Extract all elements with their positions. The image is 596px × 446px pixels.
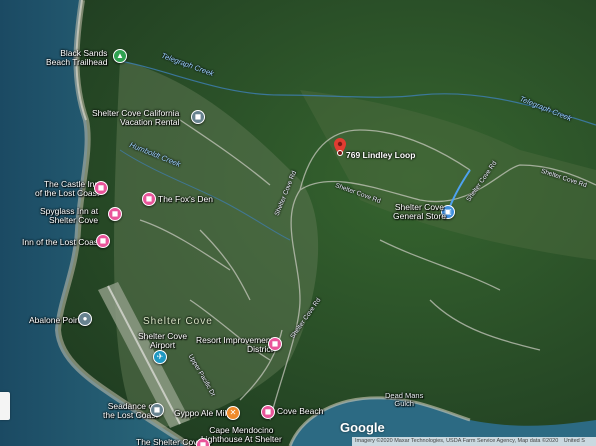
google-logo: Google	[340, 420, 385, 435]
hotel-icon[interactable]: ◼	[261, 405, 275, 419]
hotel-icon[interactable]: ◼	[108, 207, 122, 221]
area-label: Shelter Cove	[143, 316, 213, 327]
place-label-lighthouse[interactable]: Cape Mendocino Lighthouse At Shelter	[201, 425, 282, 445]
place-label-gyppo[interactable]: Gyppo Ale Mill	[174, 408, 228, 418]
satellite-map[interactable]: Telegraph Creek Telegraph Creek Humboldt…	[0, 0, 596, 446]
place-label-airport[interactable]: Shelter Cove Airport	[138, 331, 187, 351]
selected-location-dot	[337, 150, 343, 156]
place-label-spyglass[interactable]: Spyglass Inn at Shelter Cove	[40, 206, 98, 226]
place-label-black-sands[interactable]: Black Sands Beach Trailhead	[46, 48, 107, 68]
hotel-icon[interactable]: ◼	[150, 403, 164, 417]
hotel-icon[interactable]: ◼	[196, 438, 210, 446]
selected-address-label[interactable]: 769 Lindley Loop	[346, 150, 415, 160]
gulch-label: Dead Mans Gulch	[385, 391, 424, 409]
attribution-bar: Imagery ©2020 Maxar Technologies, USDA F…	[352, 437, 596, 446]
hotel-icon[interactable]: ◼	[191, 110, 205, 124]
place-label-shelter-bottom[interactable]: The Shelter Cove	[136, 437, 202, 446]
hiking-icon[interactable]: ▲	[113, 49, 127, 63]
place-label-abalone-point[interactable]: Abalone Point	[29, 315, 82, 325]
viewpoint-icon[interactable]: ●	[78, 312, 92, 326]
building-icon[interactable]: ◼	[268, 337, 282, 351]
place-label-general-store[interactable]: Shelter Cove General Store	[393, 202, 446, 222]
place-label-foxs-den[interactable]: The Fox's Den	[158, 194, 213, 204]
airplane-icon[interactable]: ✈	[153, 350, 167, 364]
attribution-tail: United S	[563, 438, 585, 444]
place-label-vacation-rental[interactable]: Shelter Cove California Vacation Rental	[92, 108, 179, 128]
hotel-icon[interactable]: ◼	[96, 234, 110, 248]
hotel-icon[interactable]: ◼	[142, 192, 156, 206]
attribution-text: Imagery ©2020 Maxar Technologies, USDA F…	[355, 438, 559, 444]
hotel-icon[interactable]: ◼	[94, 181, 108, 195]
place-label-cove-beach[interactable]: Cove Beach	[277, 406, 323, 416]
place-label-inn-lost-coast[interactable]: Inn of the Lost Coast	[22, 237, 100, 247]
restaurant-icon[interactable]: ✕	[226, 406, 240, 420]
map-control-button[interactable]	[0, 392, 10, 420]
place-label-resort-district[interactable]: Resort Improvement District	[196, 335, 273, 355]
place-label-castle-inn[interactable]: The Castle Inn of the Lost Coast	[35, 179, 99, 199]
